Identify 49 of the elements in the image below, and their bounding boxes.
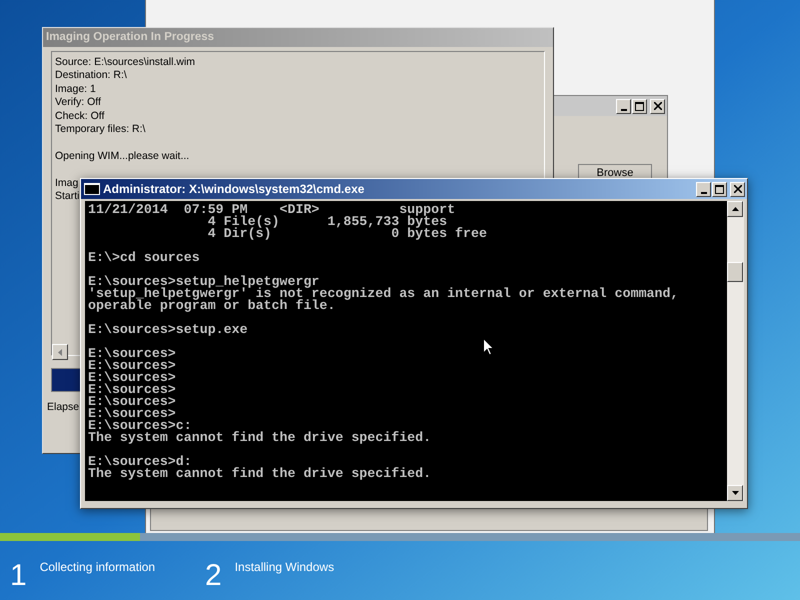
log-line: Opening WIM...please wait... xyxy=(55,150,190,164)
window-title: Administrator: X:\windows\system32\cmd.exe xyxy=(103,181,364,197)
log-line: Starti xyxy=(55,190,80,204)
step-number: 1 xyxy=(10,558,27,594)
console-line: 11/21/2014 07:59 PM <DIR> support xyxy=(88,204,456,216)
console-line: E:\sources>setup_helpetgwergr xyxy=(88,276,320,288)
console-line: E:\sources> xyxy=(88,360,176,372)
minimize-icon xyxy=(700,192,706,194)
console-line: The system cannot find the drive specified. xyxy=(88,432,432,444)
console-line: 4 Dir(s) 0 bytes free xyxy=(206,228,487,240)
minimize-icon xyxy=(620,108,626,110)
step-number: 2 xyxy=(205,558,222,594)
log-line: Temporary files: R:\ xyxy=(55,123,146,136)
close-icon xyxy=(654,102,662,110)
console-line: E:\sources>c: xyxy=(88,420,192,432)
console-line: operable program or batch file. xyxy=(88,300,336,312)
maximize-button[interactable] xyxy=(632,98,647,114)
mouse-pointer-icon xyxy=(483,338,494,356)
console-line: E:\sources> xyxy=(88,348,176,360)
log-line: Source: E:\sources\install.wim xyxy=(55,56,196,70)
console-line: E:\sources> xyxy=(88,372,176,384)
log-line: Destination: R:\ xyxy=(55,69,127,83)
console-line: E:\sources> xyxy=(88,384,176,396)
console-icon xyxy=(84,183,100,195)
minimize-button[interactable] xyxy=(616,98,631,114)
console-line: 4 File(s) 1,855,733 bytes xyxy=(206,216,448,228)
console-line: E:\sources>setup.exe xyxy=(88,324,248,336)
console-line: E:\sources>d: xyxy=(88,456,192,468)
log-line: Verify: Off xyxy=(55,96,101,110)
minimize-button[interactable] xyxy=(696,182,711,196)
console-line: E:\sources> xyxy=(88,396,176,408)
maximize-icon xyxy=(715,184,724,194)
close-icon xyxy=(734,185,742,193)
console-line: 'setup_helpetgwergr' is not recognized as an internal or external command, xyxy=(88,288,678,300)
console-line: The system cannot find the drive specified. xyxy=(88,468,432,480)
console-line: E:\sources> xyxy=(88,408,176,420)
step-label: Collecting information xyxy=(40,560,156,576)
maximize-icon xyxy=(635,102,644,110)
maximize-button[interactable] xyxy=(712,182,727,196)
log-line: Imag xyxy=(55,176,78,190)
log-line: Check: Off xyxy=(55,110,104,124)
step-label: Installing Windows xyxy=(234,560,334,576)
elapsed-label: Elapse xyxy=(47,401,80,414)
scroll-thumb[interactable] xyxy=(727,262,743,282)
console-line: E:\>cd sources xyxy=(88,252,200,264)
window-title: Imaging Operation In Progress xyxy=(43,28,553,47)
close-button[interactable] xyxy=(730,182,745,196)
log-line: Image: 1 xyxy=(55,82,96,96)
close-button[interactable] xyxy=(650,98,665,114)
